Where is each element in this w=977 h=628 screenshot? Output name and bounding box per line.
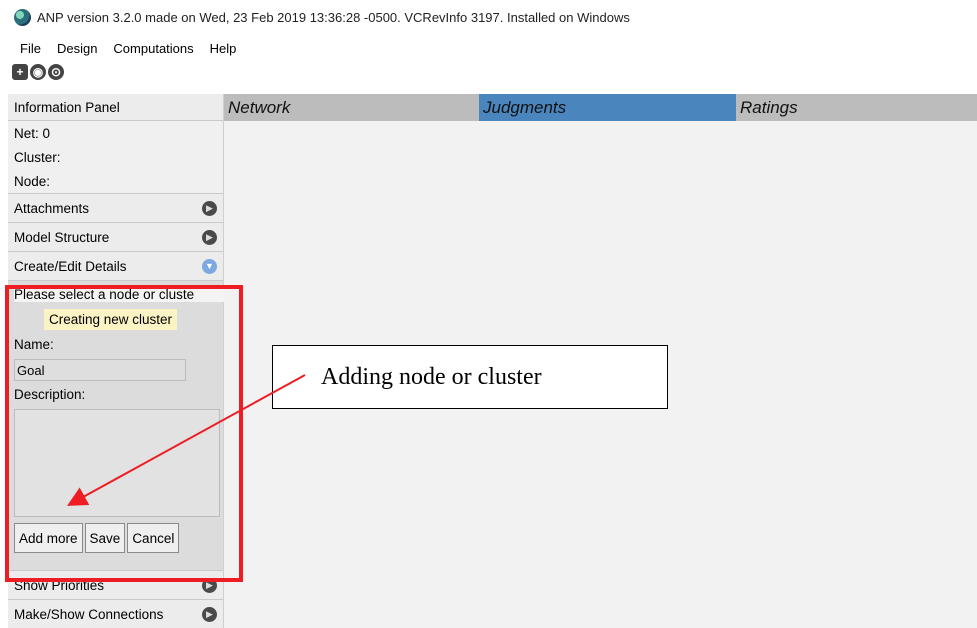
annotation-callout: Adding node or cluster xyxy=(272,345,668,409)
eye-icon[interactable]: ◉ xyxy=(30,64,46,80)
section-label: Make/Show Connections xyxy=(14,606,164,622)
name-label: Name: xyxy=(14,337,54,352)
chevron-right-icon[interactable]: ▶ xyxy=(202,200,217,216)
toolbar: + ◉ ⊙ xyxy=(12,64,64,82)
app-globe-icon xyxy=(14,8,31,26)
create-edit-form: Please select a node or cluste Creating … xyxy=(8,280,224,570)
menu-help[interactable]: Help xyxy=(208,41,239,56)
net-info: Net: 0 xyxy=(14,125,51,141)
chevron-right-icon[interactable]: ▶ xyxy=(202,606,217,622)
section-label: Create/Edit Details xyxy=(14,258,127,274)
node-info: Node: xyxy=(14,173,51,189)
save-button[interactable]: Save xyxy=(84,523,126,553)
tab-network[interactable]: Network xyxy=(224,94,479,121)
select-node-message: Please select a node or cluste xyxy=(14,287,224,302)
section-label: Attachments xyxy=(14,200,90,216)
search-icon[interactable]: ⊙ xyxy=(48,64,64,80)
chevron-right-icon[interactable]: ▶ xyxy=(202,229,217,245)
information-panel-header[interactable]: Information Panel xyxy=(8,94,223,121)
cluster-info: Cluster: xyxy=(14,149,61,165)
name-field[interactable] xyxy=(14,359,186,381)
cancel-button[interactable]: Cancel xyxy=(127,523,180,553)
title-bar: ANP version 3.2.0 made on Wed, 23 Feb 20… xyxy=(0,0,977,34)
chevron-right-icon[interactable]: ▶ xyxy=(202,577,217,593)
menu-file[interactable]: File xyxy=(18,41,43,56)
section-label: Show Priorities xyxy=(14,577,105,593)
add-icon[interactable]: + xyxy=(12,64,28,80)
chevron-down-icon[interactable]: ▼ xyxy=(202,258,217,274)
add-more-button[interactable]: Add more xyxy=(14,523,83,553)
section-create-edit-details[interactable]: Create/Edit Details ▼ xyxy=(8,251,223,280)
menu-bar: File Design Computations Help xyxy=(0,38,238,58)
section-attachments[interactable]: Attachments ▶ xyxy=(8,193,223,222)
view-tabs: Network Judgments Ratings xyxy=(224,94,977,121)
tab-judgments[interactable]: Judgments xyxy=(479,94,736,121)
section-make-show-connections[interactable]: Make/Show Connections ▶ xyxy=(8,599,223,628)
form-buttons: Add more Save Cancel xyxy=(14,523,180,553)
window-title: ANP version 3.2.0 made on Wed, 23 Feb 20… xyxy=(37,9,630,25)
section-model-structure[interactable]: Model Structure ▶ xyxy=(8,222,223,251)
menu-design[interactable]: Design xyxy=(55,41,99,56)
status-badge: Creating new cluster xyxy=(44,309,178,330)
description-label: Description: xyxy=(14,387,86,402)
tab-ratings[interactable]: Ratings xyxy=(736,94,977,121)
information-panel: Information Panel Net: 0 Cluster: Node: … xyxy=(8,94,224,628)
section-label: Model Structure xyxy=(14,229,110,245)
section-show-priorities[interactable]: Show Priorities ▶ xyxy=(8,570,223,599)
description-field[interactable] xyxy=(14,409,220,517)
menu-computations[interactable]: Computations xyxy=(111,41,195,56)
